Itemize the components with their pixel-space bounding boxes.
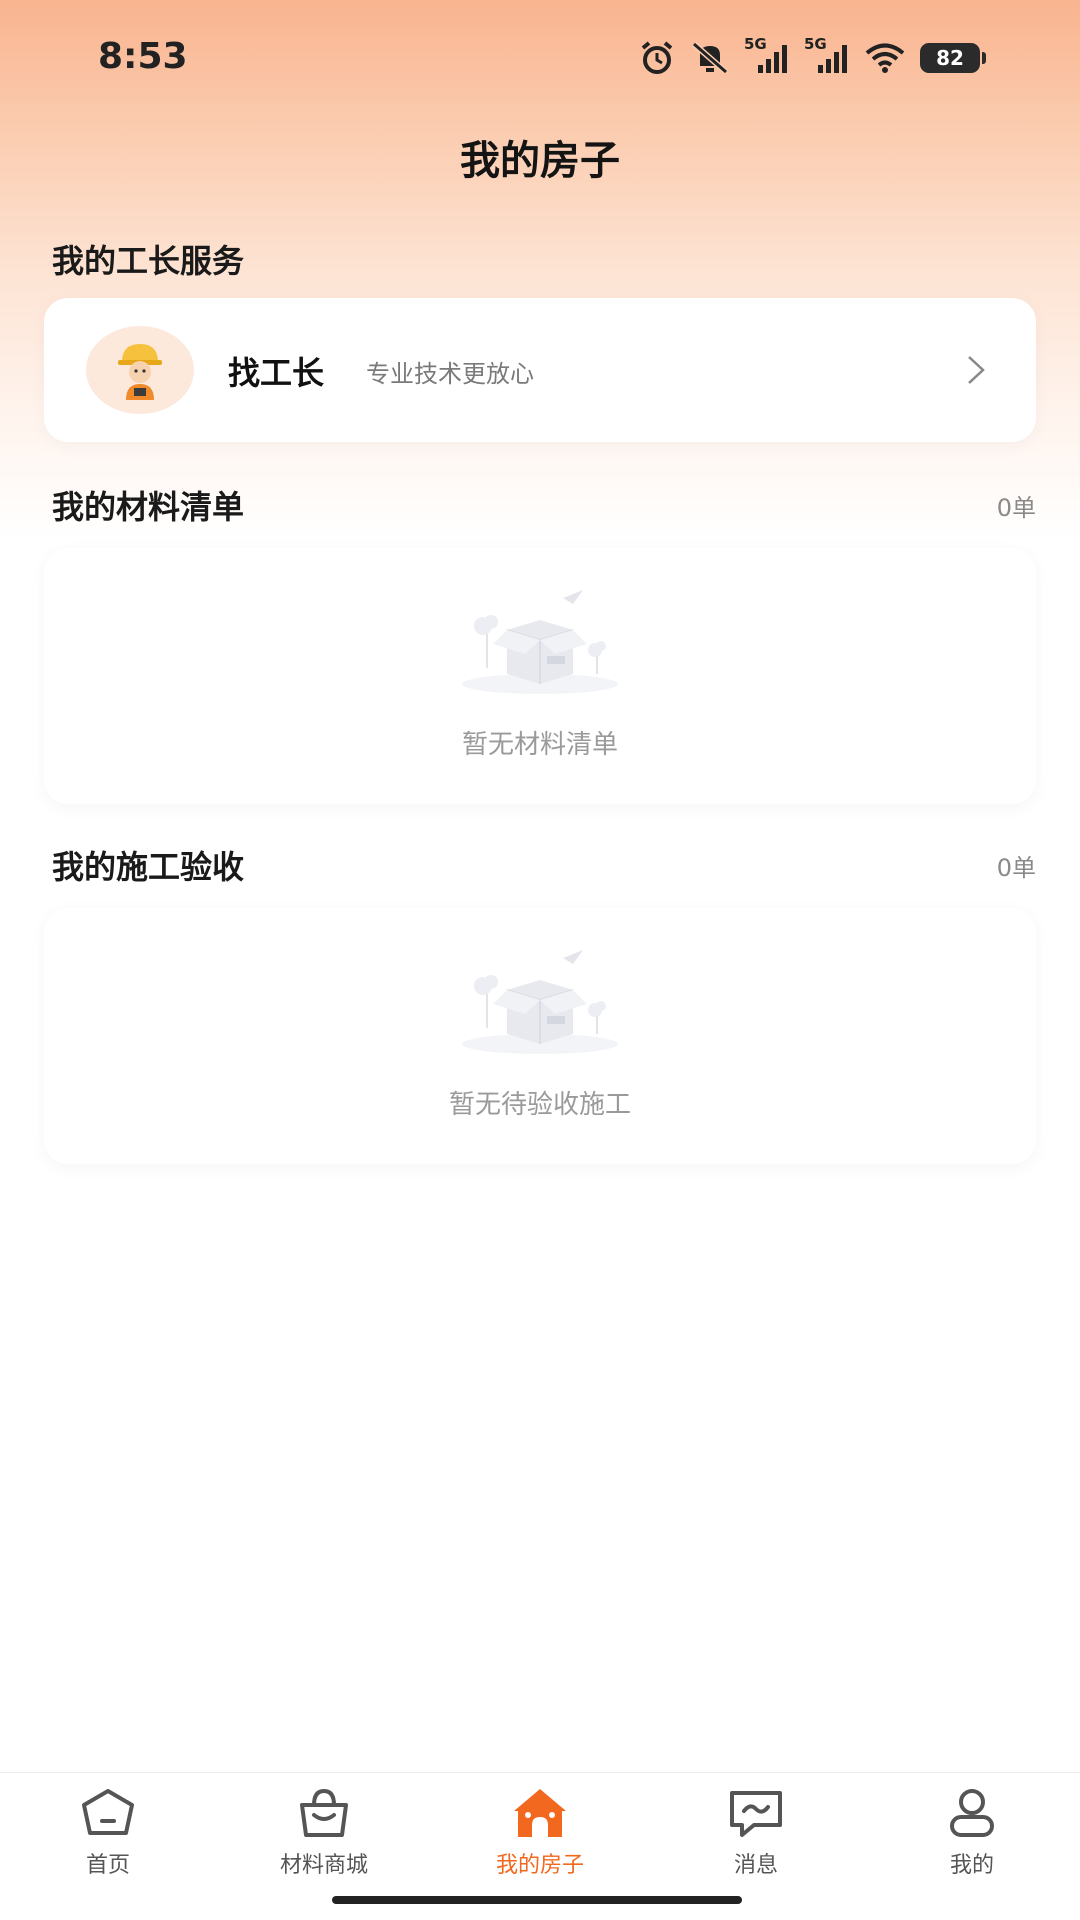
wifi-icon — [864, 42, 906, 74]
construction-worker-icon — [118, 344, 162, 400]
acceptance-section-title: 我的施工验收 — [52, 848, 245, 886]
status-time: 8:53 — [98, 36, 188, 77]
materials-empty-card: 暂无材料清单 — [44, 548, 1036, 804]
empty-box-icon — [455, 588, 625, 698]
network-label: 5G — [744, 35, 767, 53]
signal-5g-icon: 5G — [744, 35, 790, 75]
materials-section-title: 我的材料清单 — [52, 488, 245, 526]
find-foreman-card[interactable]: 找工长 专业技术更放心 — [44, 298, 1036, 442]
acceptance-count: 0单 — [996, 854, 1036, 882]
home-indicator[interactable] — [332, 1896, 742, 1904]
page-title: 我的房子 — [460, 138, 620, 184]
status-bar: 8:53 5G 5G 82 — [0, 0, 1080, 120]
message-icon — [666, 1785, 846, 1841]
tab-me[interactable]: 我的 — [882, 1785, 1062, 1885]
acceptance-empty-card: 暂无待验收施工 — [44, 908, 1036, 1164]
tab-me-label: 我的 — [949, 1853, 994, 1878]
acceptance-empty-text: 暂无待验收施工 — [448, 1090, 631, 1120]
tab-home-label: 首页 — [85, 1853, 130, 1878]
house-icon — [450, 1785, 630, 1841]
chevron-right-icon — [966, 354, 986, 390]
tab-home[interactable]: 首页 — [18, 1785, 198, 1885]
find-foreman-title: 找工长 — [228, 354, 325, 392]
materials-empty-text: 暂无材料清单 — [461, 730, 618, 760]
battery-indicator: 82 — [920, 43, 986, 73]
foreman-section-title: 我的工长服务 — [52, 242, 245, 280]
foreman-avatar — [86, 326, 194, 414]
find-foreman-subtitle: 专业技术更放心 — [366, 360, 534, 388]
network-label: 5G — [804, 35, 827, 53]
tab-materials-mall[interactable]: 材料商城 — [234, 1785, 414, 1885]
materials-count: 0单 — [996, 494, 1036, 522]
person-icon — [882, 1785, 1062, 1841]
signal-5g-icon: 5G — [804, 35, 850, 75]
empty-box-icon — [455, 948, 625, 1058]
mute-icon — [690, 40, 730, 76]
tab-materials-mall-label: 材料商城 — [279, 1853, 368, 1878]
tab-messages[interactable]: 消息 — [666, 1785, 846, 1885]
tab-messages-label: 消息 — [733, 1853, 778, 1878]
shopping-bag-icon — [234, 1785, 414, 1841]
tab-my-house-label: 我的房子 — [495, 1853, 584, 1878]
alarm-icon — [638, 39, 676, 77]
tab-my-house[interactable]: 我的房子 — [450, 1785, 630, 1885]
home-icon — [18, 1785, 198, 1841]
status-icons: 5G 5G 82 — [638, 35, 986, 78]
